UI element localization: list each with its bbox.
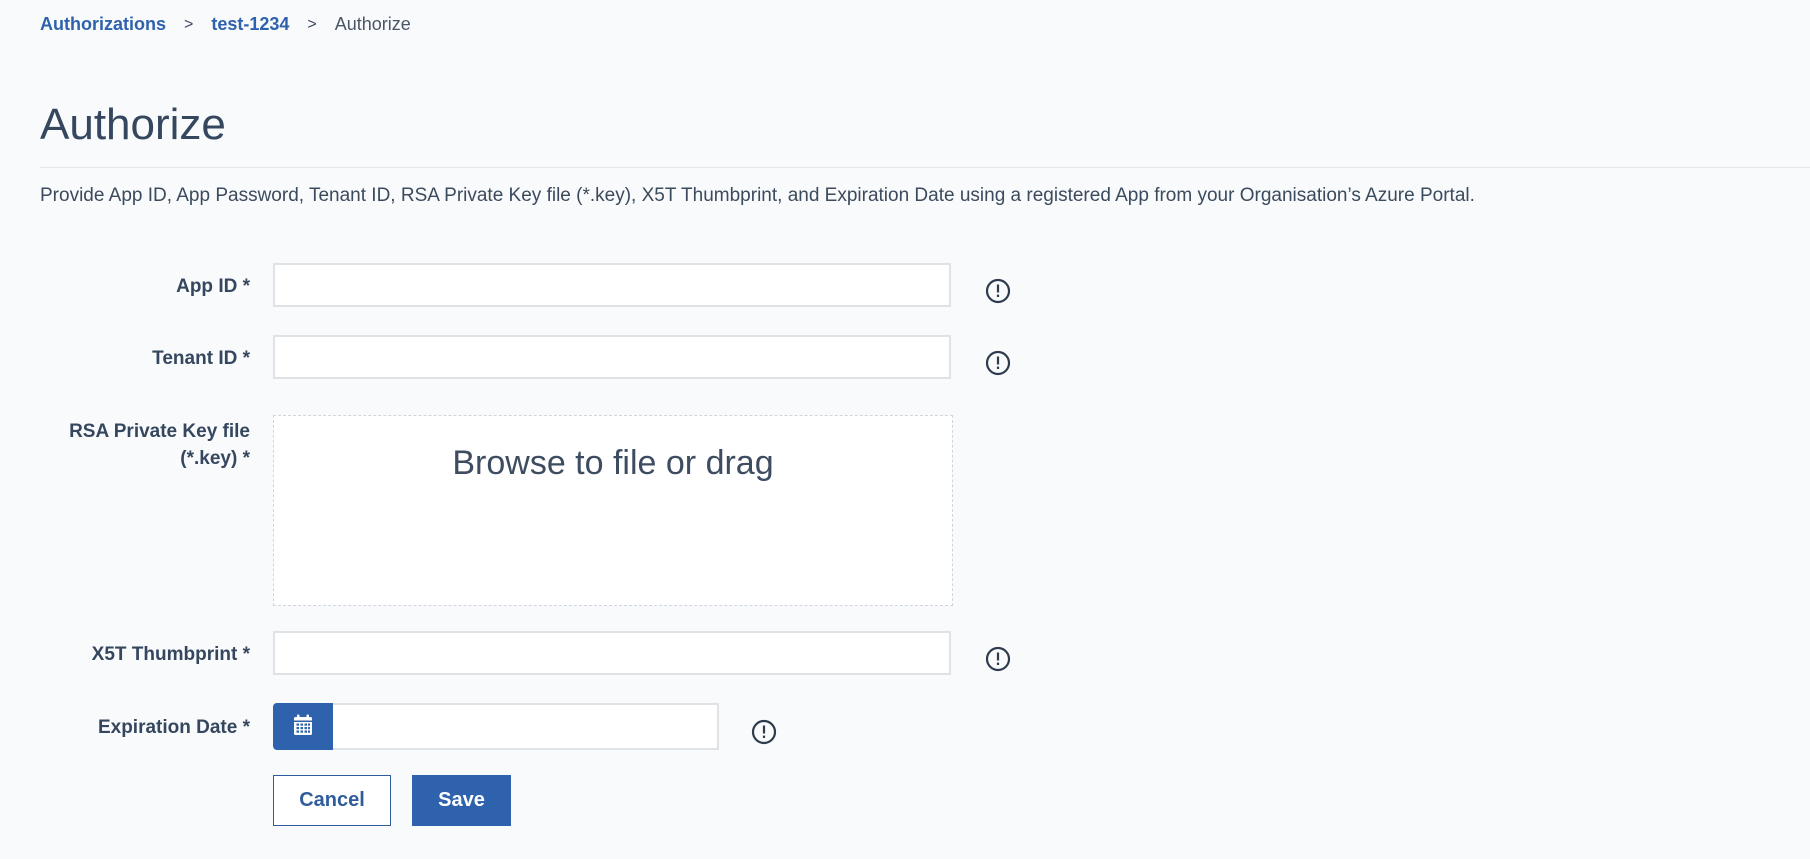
dropzone-text: Browse to file or drag xyxy=(452,444,774,482)
x5t-thumbprint-label: X5T Thumbprint * xyxy=(91,644,250,665)
rsa-key-file-dropzone[interactable]: Browse to file or drag xyxy=(273,415,953,606)
expiration-date-input[interactable] xyxy=(333,703,719,750)
info-circle-icon[interactable] xyxy=(985,278,1011,304)
calendar-button[interactable] xyxy=(273,703,333,750)
title-divider xyxy=(40,167,1810,168)
info-circle-icon[interactable] xyxy=(985,350,1011,376)
authorize-page: Authorizations > test-1234 > Authorize A… xyxy=(0,0,1810,859)
page-title: Authorize xyxy=(40,100,226,149)
breadcrumb-authorizations-link[interactable]: Authorizations xyxy=(40,14,166,35)
info-circle-icon[interactable] xyxy=(751,719,777,745)
breadcrumb: Authorizations > test-1234 > Authorize xyxy=(40,14,411,35)
tenant-id-label: Tenant ID * xyxy=(152,348,250,369)
tenant-id-input[interactable] xyxy=(273,335,951,379)
breadcrumb-separator: > xyxy=(307,15,317,33)
app-id-label: App ID * xyxy=(176,276,250,297)
x5t-thumbprint-input[interactable] xyxy=(273,631,951,675)
app-id-input[interactable] xyxy=(273,263,951,307)
breadcrumb-current: Authorize xyxy=(334,14,411,34)
calendar-icon xyxy=(293,714,313,739)
rsa-key-label-line1: RSA Private Key file xyxy=(69,421,250,442)
cancel-button[interactable]: Cancel xyxy=(273,775,391,826)
breadcrumb-separator: > xyxy=(184,15,194,33)
info-circle-icon[interactable] xyxy=(985,646,1011,672)
page-description: Provide App ID, App Password, Tenant ID,… xyxy=(40,185,1475,206)
save-button[interactable]: Save xyxy=(412,775,511,826)
expiration-date-picker xyxy=(273,703,719,750)
rsa-key-label-line2: (*.key) * xyxy=(180,448,250,469)
rsa-key-label: RSA Private Key file (*.key) * xyxy=(40,418,250,472)
expiration-date-label: Expiration Date * xyxy=(97,717,250,738)
breadcrumb-test-1234-link[interactable]: test-1234 xyxy=(211,14,289,35)
